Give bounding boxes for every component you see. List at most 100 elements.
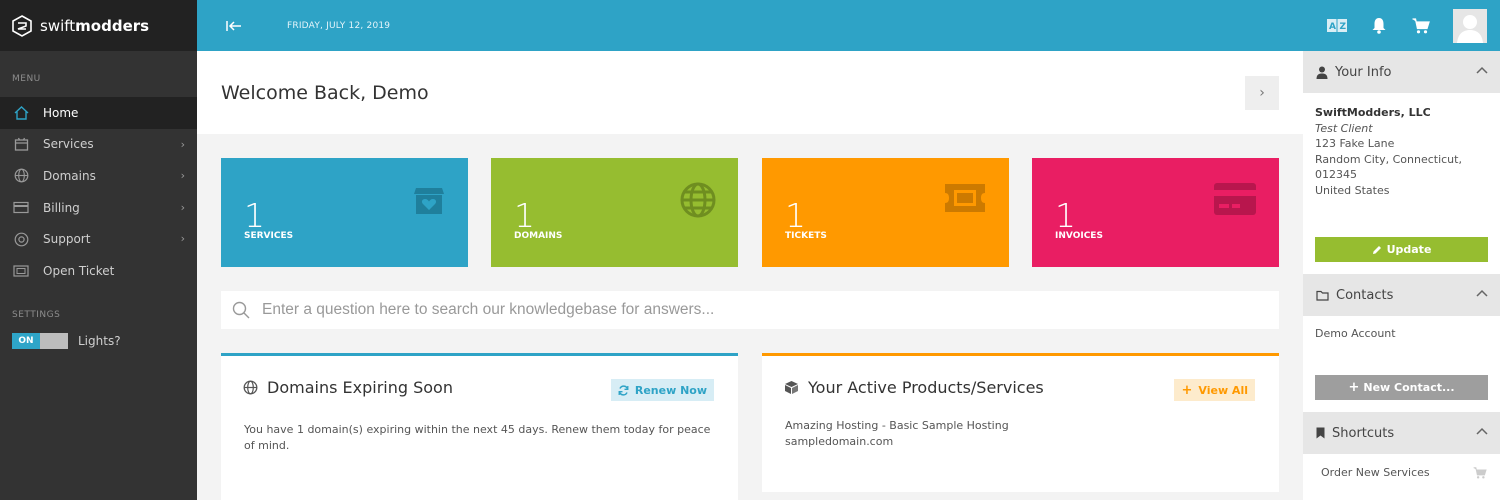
lights-toggle-row: ON Lights?: [0, 331, 197, 351]
contacts-header[interactable]: Contacts: [1303, 274, 1500, 316]
tile-label: INVOICES: [1055, 231, 1103, 241]
sidebar-item-open-ticket[interactable]: Open Ticket: [0, 255, 197, 287]
box-heart-icon: [414, 188, 444, 214]
panel-title: Domains Expiring Soon: [267, 378, 453, 397]
plus-icon: +: [1181, 382, 1193, 398]
country: United States: [1315, 183, 1390, 197]
sidebar-item-label: Open Ticket: [43, 263, 115, 278]
toggle-on-label: ON: [12, 332, 40, 349]
company-name: SwiftModders, LLC: [1315, 106, 1431, 119]
brand-name-bold: modders: [75, 16, 150, 35]
svg-text:A: A: [1329, 22, 1336, 32]
welcome-bar: Welcome Back, Demo ›: [197, 51, 1303, 134]
cart-icon[interactable]: [1411, 16, 1431, 36]
product-domain: sampledomain.com: [785, 435, 894, 448]
top-bar: FRIDAY, JULY 12, 2019 AZ: [197, 0, 1500, 51]
panel-title: Contacts: [1336, 287, 1394, 303]
chevron-up-icon[interactable]: [1476, 66, 1488, 74]
avatar[interactable]: [1453, 8, 1487, 43]
user-icon: [1316, 66, 1328, 79]
box-icon: [12, 136, 30, 152]
chevron-right-icon: ›: [180, 169, 185, 183]
tile-count: 1: [785, 196, 806, 235]
renew-now-button[interactable]: Renew Now: [610, 379, 714, 401]
view-all-button[interactable]: + View All: [1174, 379, 1255, 401]
chevron-up-icon[interactable]: [1476, 289, 1488, 297]
lights-label: Lights?: [78, 333, 121, 348]
folder-icon: [1316, 290, 1329, 301]
tile-services[interactable]: 1 SERVICES: [221, 158, 468, 267]
view-all-label: View All: [1198, 383, 1248, 397]
sidebar-item-home[interactable]: Home: [0, 97, 197, 129]
product-name[interactable]: Amazing Hosting - Basic Sample Hosting: [785, 418, 1009, 434]
chevron-right-icon[interactable]: ›: [1245, 76, 1279, 110]
sidebar-item-label: Support: [43, 232, 91, 247]
plus-icon: +: [1348, 380, 1360, 395]
domains-expiring-panel: Domains Expiring Soon Renew Now You have…: [221, 353, 738, 500]
toggle-knob: [40, 332, 68, 349]
panel-title: Your Active Products/Services: [808, 378, 1044, 397]
brand-logo[interactable]: swift modders: [0, 0, 197, 51]
tile-label: DOMAINS: [514, 231, 563, 241]
sidebar-item-domains[interactable]: Domains ›: [0, 160, 197, 192]
tile-count: 1: [244, 196, 265, 235]
chevron-right-icon: ›: [180, 137, 185, 151]
collapse-sidebar-icon[interactable]: [224, 16, 244, 36]
sidebar-item-services[interactable]: Services ›: [0, 129, 197, 161]
sidebar-item-billing[interactable]: Billing ›: [0, 192, 197, 224]
panel-title: Shortcuts: [1332, 425, 1395, 441]
update-button[interactable]: Update: [1315, 237, 1488, 262]
cube-icon: [784, 380, 799, 395]
page-title: Welcome Back, Demo: [221, 82, 429, 104]
globe-icon: [680, 182, 716, 218]
translate-icon[interactable]: AZ: [1327, 16, 1347, 36]
panel-body: You have 1 domain(s) expiring within the…: [244, 423, 711, 452]
search-input[interactable]: [262, 301, 1162, 319]
bell-icon[interactable]: [1369, 16, 1389, 36]
svg-text:Z: Z: [1340, 22, 1347, 32]
new-contact-button[interactable]: + New Contact...: [1315, 375, 1488, 400]
panel-header: Domains Expiring Soon: [243, 378, 453, 397]
sidebar-item-label: Domains: [43, 168, 96, 183]
new-contact-label: New Contact...: [1363, 381, 1455, 394]
cart-icon: [1473, 466, 1487, 479]
sidebar-item-support[interactable]: Support ›: [0, 223, 197, 255]
tile-invoices[interactable]: 1 INVOICES: [1032, 158, 1279, 267]
refresh-icon: [618, 384, 629, 396]
zip-code: 012345: [1315, 168, 1357, 181]
shortcuts-header[interactable]: Shortcuts: [1303, 412, 1500, 454]
panel-body: Amazing Hosting - Basic Sample Hosting s…: [785, 418, 1009, 450]
panel-header: Your Active Products/Services: [784, 378, 1044, 397]
tile-domains[interactable]: 1 DOMAINS: [491, 158, 738, 267]
shortcut-item-order[interactable]: Order New Services: [1303, 454, 1500, 479]
ticket-icon: [945, 184, 985, 212]
ticket-icon: [12, 263, 30, 279]
address-line-2: Random City, Connecticut,: [1315, 152, 1462, 166]
client-name: Test Client: [1315, 121, 1373, 135]
sidebar: swift modders MENU Home Services › Domain…: [0, 0, 197, 500]
menu-section-label: MENU: [12, 74, 41, 84]
update-label: Update: [1386, 243, 1432, 256]
lights-toggle[interactable]: ON: [12, 332, 68, 349]
tile-label: SERVICES: [244, 231, 294, 241]
panel-title: Your Info: [1335, 64, 1392, 80]
tile-tickets[interactable]: 1 TICKETS: [762, 158, 1009, 267]
knowledgebase-search: [221, 291, 1279, 329]
contacts-body: Demo Account: [1303, 316, 1500, 375]
chevron-right-icon: ›: [180, 200, 185, 214]
settings-section-label: SETTINGS: [12, 309, 61, 320]
home-icon: [12, 105, 30, 121]
sidebar-item-label: Billing: [43, 200, 80, 215]
your-info-header[interactable]: Your Info: [1303, 51, 1500, 93]
right-sidebar: Your Info SwiftModders, LLC Test Client …: [1303, 51, 1500, 500]
contact-item[interactable]: Demo Account: [1315, 326, 1488, 342]
globe-icon: [12, 168, 30, 184]
chevron-up-icon[interactable]: [1476, 427, 1488, 435]
address-line-1: 123 Fake Lane: [1315, 137, 1395, 150]
pencil-icon: [1372, 245, 1382, 255]
sidebar-item-label: Home: [43, 105, 79, 120]
current-date: FRIDAY, JULY 12, 2019: [287, 20, 391, 31]
search-icon: [232, 301, 250, 319]
brand-name-light: swift: [40, 16, 76, 35]
sidebar-item-label: Services: [43, 137, 94, 152]
